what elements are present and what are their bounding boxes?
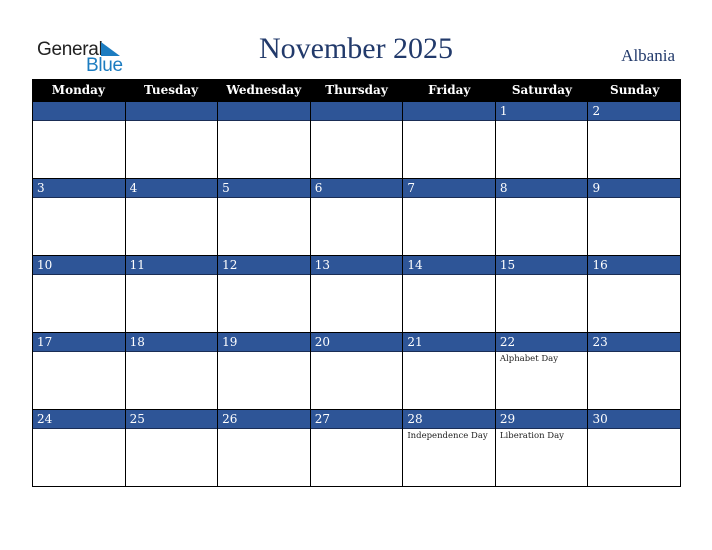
day-cell[interactable]: 9 — [588, 179, 682, 256]
day-cell[interactable]: 24 — [33, 410, 126, 487]
day-number: 16 — [588, 256, 681, 275]
day-number: 2 — [588, 102, 681, 121]
day-cell[interactable]: 26 — [218, 410, 311, 487]
day-number: 21 — [403, 333, 495, 352]
country-label: Albania — [621, 46, 675, 65]
day-cell[interactable]: 5 — [218, 179, 311, 256]
day-cell[interactable]: 28 Independence Day — [403, 410, 496, 487]
day-number: 20 — [310, 333, 403, 352]
day-number: 9 — [588, 179, 681, 198]
day-number — [125, 102, 218, 121]
day-cell[interactable]: 27 — [310, 410, 404, 487]
holiday-label: Independence Day — [407, 431, 488, 441]
day-cell[interactable]: 3 — [33, 179, 126, 256]
day-number: 5 — [218, 179, 310, 198]
day-cell[interactable]: 13 — [310, 256, 404, 333]
day-number: 25 — [125, 410, 218, 429]
week-row: 10 11 12 13 14 15 16 — [32, 256, 682, 333]
weekday-label: Tuesday — [144, 83, 199, 97]
holiday-label: Alphabet Day — [499, 354, 559, 364]
day-number: 4 — [125, 179, 218, 198]
weekday-label: Thursday — [325, 83, 388, 97]
day-number — [403, 102, 495, 121]
day-number: 18 — [125, 333, 218, 352]
day-cell[interactable]: 20 — [310, 333, 404, 410]
day-cell[interactable]: 2 — [588, 102, 682, 179]
day-cell[interactable]: 1 — [495, 102, 589, 179]
day-cell[interactable]: 11 — [125, 256, 219, 333]
weekday-label: Sunday — [610, 83, 660, 97]
day-cell[interactable]: 19 — [218, 333, 311, 410]
day-cell[interactable]: 4 — [125, 179, 219, 256]
day-cell[interactable] — [403, 102, 496, 179]
day-number: 6 — [310, 179, 403, 198]
day-cell[interactable] — [125, 102, 219, 179]
week-row: 24 25 26 27 28 Independence Day 29 Liberation D… — [32, 410, 682, 487]
day-cell[interactable]: 18 — [125, 333, 219, 410]
day-number — [218, 102, 310, 121]
weekday-header: Monday Tuesday Wednesday Thursday Friday… — [32, 79, 681, 102]
calendar-title: November 2025 — [258, 32, 454, 65]
week-row: 17 18 19 20 21 22 Alphabet Day 23 — [32, 333, 682, 410]
day-cell[interactable]: 14 — [403, 256, 496, 333]
calendar-grid: Monday Tuesday Wednesday Thursday Friday… — [32, 79, 682, 487]
day-number: 29 — [495, 410, 588, 429]
day-cell[interactable]: 22 Alphabet Day — [495, 333, 589, 410]
holiday-label: Liberation Day — [499, 431, 564, 441]
day-number: 30 — [588, 410, 681, 429]
weekday-label: Saturday — [511, 83, 573, 97]
day-number: 23 — [588, 333, 681, 352]
day-number: 3 — [33, 179, 125, 198]
day-number: 22 — [495, 333, 588, 352]
day-number: 28 — [403, 410, 495, 429]
day-number: 15 — [495, 256, 588, 275]
day-cell[interactable]: 29 Liberation Day — [495, 410, 589, 487]
week-row: 3456789 — [32, 179, 682, 256]
day-number: 26 — [218, 410, 310, 429]
day-cell[interactable]: 30 — [588, 410, 682, 487]
day-number — [310, 102, 403, 121]
day-number: 7 — [403, 179, 495, 198]
day-cell[interactable]: 12 — [218, 256, 311, 333]
day-number — [33, 102, 125, 121]
day-number: 17 — [33, 333, 125, 352]
day-number: 1 — [495, 102, 588, 121]
day-cell[interactable] — [218, 102, 311, 179]
day-cell[interactable]: 10 — [33, 256, 126, 333]
day-cell[interactable]: 15 — [495, 256, 589, 333]
day-number: 19 — [218, 333, 310, 352]
day-cell[interactable]: 16 — [588, 256, 682, 333]
day-cell[interactable] — [310, 102, 404, 179]
week-row: 12 — [32, 102, 682, 179]
day-cell[interactable]: 23 — [588, 333, 682, 410]
weekday-label: Friday — [428, 83, 471, 97]
day-cell[interactable]: 17 — [33, 333, 126, 410]
day-cell[interactable]: 7 — [403, 179, 496, 256]
day-number: 10 — [33, 256, 125, 275]
day-cell[interactable]: 25 — [125, 410, 219, 487]
day-number: 11 — [125, 256, 218, 275]
day-number: 27 — [310, 410, 403, 429]
day-cell[interactable] — [33, 102, 126, 179]
day-number: 24 — [33, 410, 125, 429]
day-number: 12 — [218, 256, 310, 275]
weekday-label: Wednesday — [226, 83, 302, 97]
day-number: 8 — [495, 179, 588, 198]
day-cell[interactable]: 8 — [495, 179, 589, 256]
day-number: 13 — [310, 256, 403, 275]
day-cell[interactable]: 21 — [403, 333, 496, 410]
weekday-label: Monday — [51, 83, 105, 97]
day-number: 14 — [403, 256, 495, 275]
day-cell[interactable]: 6 — [310, 179, 404, 256]
